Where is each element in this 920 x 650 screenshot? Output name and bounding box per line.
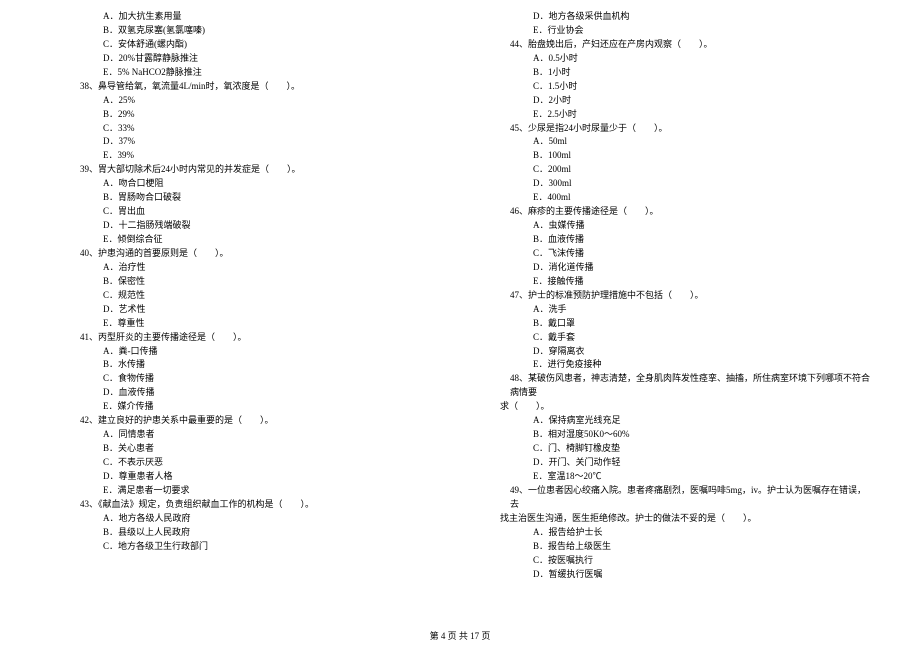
- option-item: E．媒介传播: [50, 400, 440, 414]
- right-questions: 44、胎盘娩出后，产妇还应在产房内观察（ ）。A．0.5小时B．1小时C．1.5…: [480, 38, 870, 582]
- option-item: D．300ml: [480, 177, 870, 191]
- page-footer: 第 4 页 共 17 页: [0, 629, 920, 642]
- option-item: C．门、椅脚钉橡皮垫: [480, 442, 870, 456]
- option-item: D．艺术性: [50, 303, 440, 317]
- option-item: A．吻合口梗阻: [50, 177, 440, 191]
- option-item: C．1.5小时: [480, 80, 870, 94]
- option-item: B．县级以上人民政府: [50, 526, 440, 540]
- option-item: C．200ml: [480, 163, 870, 177]
- option-item: E．进行免疫接种: [480, 358, 870, 372]
- option-item: A．报告给护士长: [480, 526, 870, 540]
- question-text: 39、胃大部切除术后24小时内常见的并发症是（ ）。: [50, 163, 440, 177]
- question-text: 38、鼻导管给氧，氧流量4L/min时，氧浓度是（ ）。: [50, 80, 440, 94]
- question-text-cont: 求（ ）。: [480, 400, 870, 414]
- option-item: C．规范性: [50, 289, 440, 303]
- option-item: A．地方各级人民政府: [50, 512, 440, 526]
- option-item: A．25%: [50, 94, 440, 108]
- option-item: C．按医嘱执行: [480, 554, 870, 568]
- question-text: 49、一位患者因心绞痛入院。患者疼痛剧烈，医嘱吗啡5mg，iv。护士认为医嘱存在…: [480, 484, 870, 512]
- option-item: D．十二指肠残端破裂: [50, 219, 440, 233]
- question-text: 45、少尿是指24小时尿量少于（ ）。: [480, 122, 870, 136]
- question-text: 48、某破伤风患者，神志清楚，全身肌肉阵发性痉挛、抽搐，所住病室环境下列哪项不符…: [480, 372, 870, 400]
- option-item: A．0.5小时: [480, 52, 870, 66]
- option-item: E．400ml: [480, 191, 870, 205]
- option-item: B．100ml: [480, 149, 870, 163]
- option-item: B．双氢克尿塞(氢氯噻嗪): [50, 24, 440, 38]
- pre-options-left: A．加大抗生素用量B．双氢克尿塞(氢氯噻嗪)C．安体舒通(螺内酯)D．20%甘露…: [50, 10, 440, 80]
- option-item: C．地方各级卫生行政部门: [50, 540, 440, 554]
- option-item: A．保持病室光线充足: [480, 414, 870, 428]
- question-text: 42、建立良好的护患关系中最重要的是（ ）。: [50, 414, 440, 428]
- option-item: C．不表示厌恶: [50, 456, 440, 470]
- option-item: D．开门、关门动作轻: [480, 456, 870, 470]
- question-text: 41、丙型肝炎的主要传播途径是（ ）。: [50, 331, 440, 345]
- option-item: E．倾倒综合征: [50, 233, 440, 247]
- option-item: B．关心患者: [50, 442, 440, 456]
- option-item: E．39%: [50, 149, 440, 163]
- page-number: 第 4 页 共 17 页: [430, 631, 491, 641]
- option-item: D．暂缓执行医嘱: [480, 568, 870, 582]
- option-item: C．戴手套: [480, 331, 870, 345]
- option-item: D．37%: [50, 135, 440, 149]
- left-questions: 38、鼻导管给氧，氧流量4L/min时，氧浓度是（ ）。A．25%B．29%C．…: [50, 80, 440, 554]
- option-item: E．5% NaHCO2静脉推注: [50, 66, 440, 80]
- option-item: D．地方各级采供血机构: [480, 10, 870, 24]
- option-item: C．安体舒通(螺内酯): [50, 38, 440, 52]
- right-column: D．地方各级采供血机构E．行业协会 44、胎盘娩出后，产妇还应在产房内观察（ ）…: [480, 10, 870, 581]
- option-item: A．洗手: [480, 303, 870, 317]
- option-item: B．相对湿度50K0～60%: [480, 428, 870, 442]
- option-item: B．1小时: [480, 66, 870, 80]
- option-item: B．胃肠吻合口破裂: [50, 191, 440, 205]
- option-item: E．满足患者一切要求: [50, 484, 440, 498]
- option-item: B．报告给上级医生: [480, 540, 870, 554]
- page-container: A．加大抗生素用量B．双氢克尿塞(氢氯噻嗪)C．安体舒通(螺内酯)D．20%甘露…: [0, 10, 920, 581]
- question-text-cont: 找主治医生沟通，医生拒绝修改。护士的做法不妥的是（ ）。: [480, 512, 870, 526]
- option-item: E．接触传播: [480, 275, 870, 289]
- option-item: E．尊重性: [50, 317, 440, 331]
- option-item: D．血液传播: [50, 386, 440, 400]
- option-item: A．虫媒传播: [480, 219, 870, 233]
- option-item: A．加大抗生素用量: [50, 10, 440, 24]
- option-item: A．治疗性: [50, 261, 440, 275]
- option-item: D．穿隔离衣: [480, 345, 870, 359]
- option-item: C．食物传播: [50, 372, 440, 386]
- option-item: C．飞沫传播: [480, 247, 870, 261]
- question-text: 44、胎盘娩出后，产妇还应在产房内观察（ ）。: [480, 38, 870, 52]
- option-item: A．同情患者: [50, 428, 440, 442]
- option-item: D．2小时: [480, 94, 870, 108]
- left-column: A．加大抗生素用量B．双氢克尿塞(氢氯噻嗪)C．安体舒通(螺内酯)D．20%甘露…: [50, 10, 440, 581]
- option-item: B．水传播: [50, 358, 440, 372]
- question-text: 46、麻疹的主要传播途径是（ ）。: [480, 205, 870, 219]
- option-item: C．33%: [50, 122, 440, 136]
- option-item: B．29%: [50, 108, 440, 122]
- option-item: B．保密性: [50, 275, 440, 289]
- option-item: E．行业协会: [480, 24, 870, 38]
- option-item: B．戴口罩: [480, 317, 870, 331]
- option-item: E．室温18～20℃: [480, 470, 870, 484]
- question-text: 43、《献血法》规定，负责组织献血工作的机构是（ ）。: [50, 498, 440, 512]
- option-item: C．胃出血: [50, 205, 440, 219]
- question-text: 40、护患沟通的首要原则是（ ）。: [50, 247, 440, 261]
- option-item: A．50ml: [480, 135, 870, 149]
- option-item: D．尊重患者人格: [50, 470, 440, 484]
- option-item: A．粪-口传播: [50, 345, 440, 359]
- option-item: D．20%甘露醇静脉推注: [50, 52, 440, 66]
- option-item: E．2.5小时: [480, 108, 870, 122]
- pre-options-right: D．地方各级采供血机构E．行业协会: [480, 10, 870, 38]
- option-item: B．血液传播: [480, 233, 870, 247]
- question-text: 47、护士的标准预防护理措施中不包括（ ）。: [480, 289, 870, 303]
- option-item: D．消化道传播: [480, 261, 870, 275]
